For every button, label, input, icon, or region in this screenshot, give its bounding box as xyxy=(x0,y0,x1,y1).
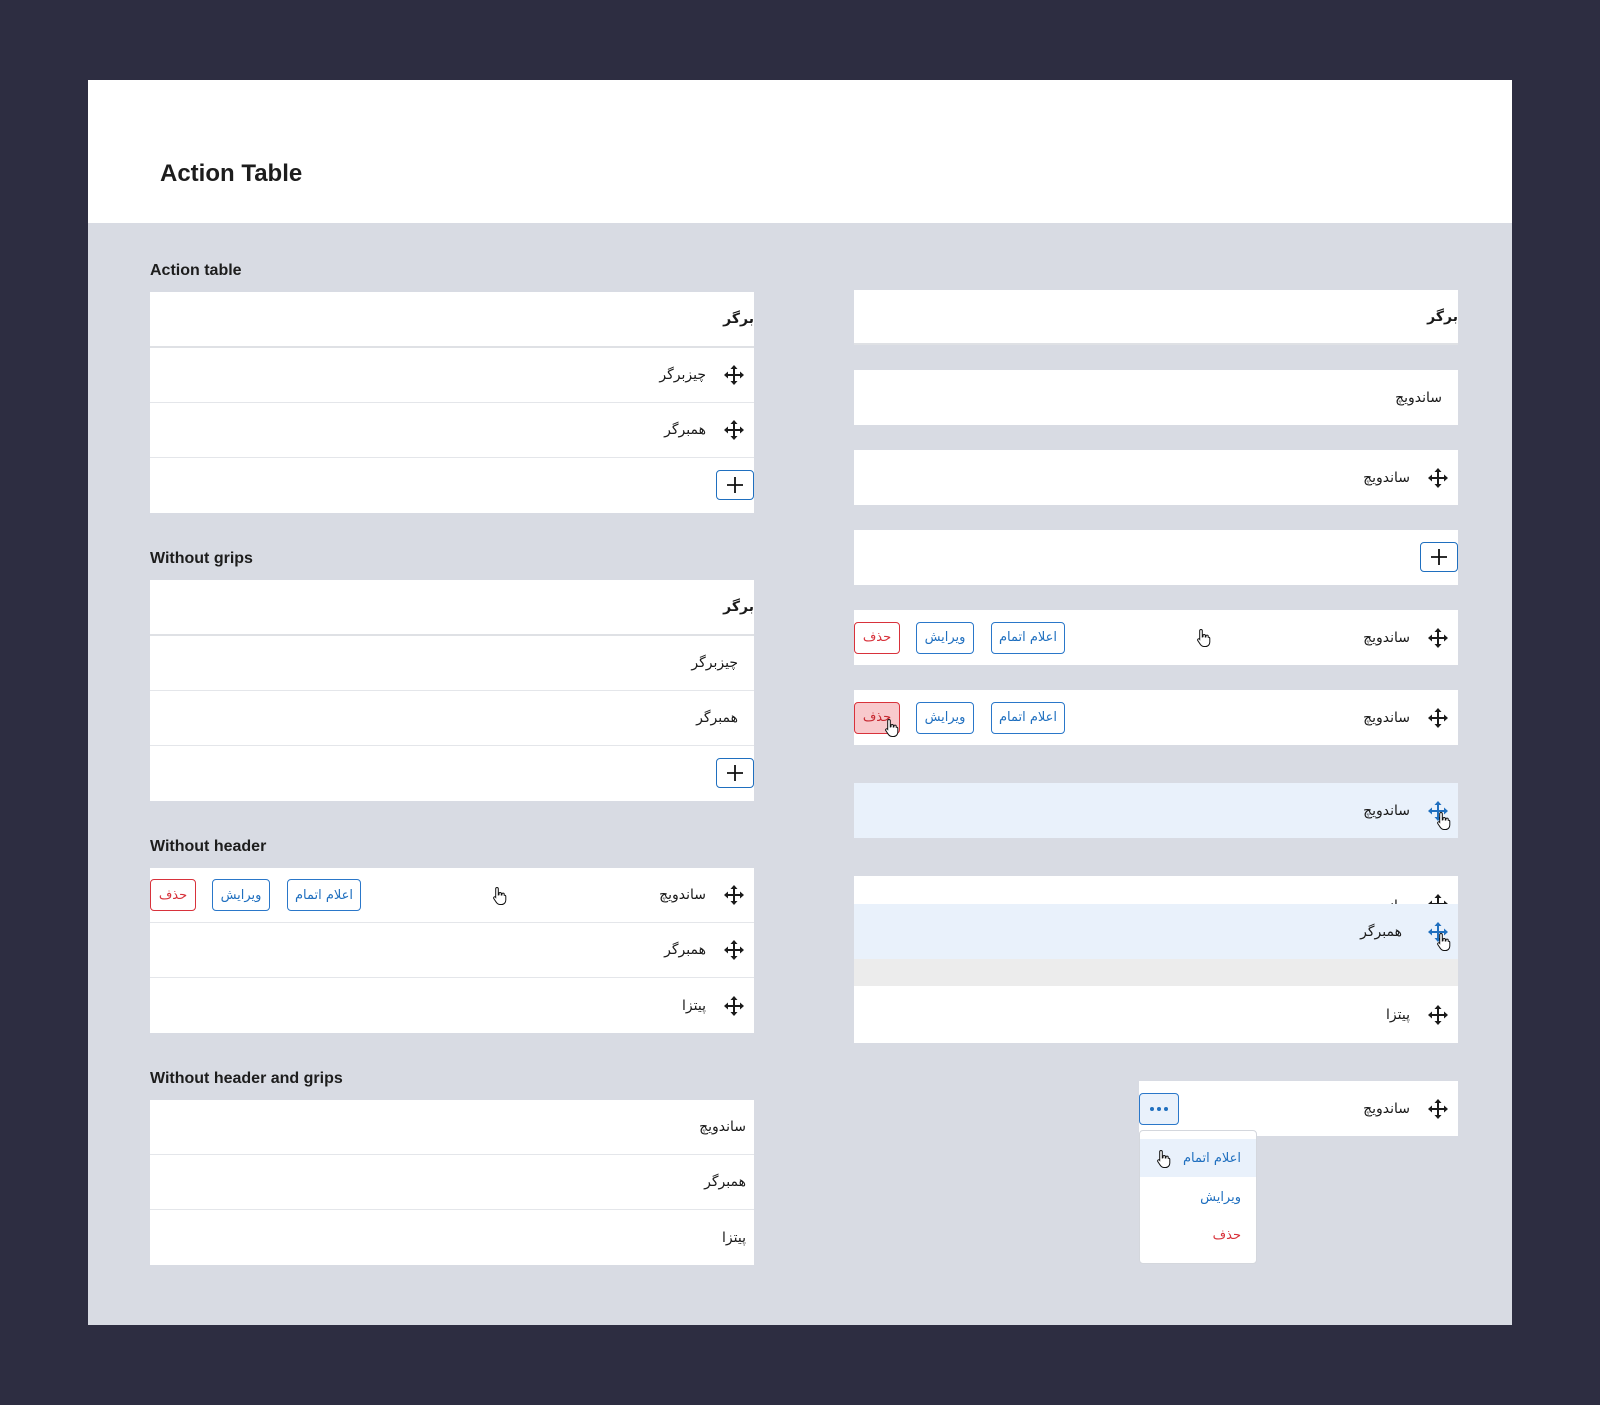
edit-button[interactable]: ویرایش xyxy=(916,621,974,654)
row-label: ساندویچ xyxy=(699,1119,746,1135)
more-button[interactable] xyxy=(1139,1092,1179,1125)
row-label: ساندویچ xyxy=(1395,389,1442,406)
table-row[interactable]: همبرگر xyxy=(150,923,754,978)
hand-pointer-icon xyxy=(1436,932,1452,952)
hand-pointer-icon xyxy=(1436,811,1452,831)
row-label: ساندویچ xyxy=(1363,709,1410,726)
state-add-row xyxy=(854,530,1458,585)
table-header: برگر xyxy=(150,292,754,348)
move-arrows-icon[interactable] xyxy=(1426,626,1450,650)
section-title-without-header: Without header xyxy=(150,838,267,855)
add-button[interactable] xyxy=(716,757,754,788)
add-row xyxy=(150,746,754,801)
section-title-without-header-and-grips: Without header and grips xyxy=(150,1070,343,1087)
table-without-header-and-grips: ساندویچ همبرگر پیتزا xyxy=(150,1100,754,1265)
state-grip-row[interactable]: ساندویچ xyxy=(854,450,1458,505)
table-row[interactable]: ساندویچ xyxy=(854,876,1458,904)
complete-button[interactable]: اعلام اتمام xyxy=(991,701,1065,734)
add-row xyxy=(150,458,754,513)
table-without-header: ساندویچ اعلام اتمام ویرایش حذف همبرگر پی… xyxy=(150,868,754,1033)
overflow-menu: اعلام اتمام ویرایش حذف xyxy=(1139,1130,1257,1264)
state-overflow-row[interactable]: ساندویچ xyxy=(1139,1081,1458,1136)
page-header: Action Table xyxy=(88,80,1512,223)
table-without-grips: برگر چیزبرگر همبرگر xyxy=(150,580,754,801)
table-row[interactable]: همبرگر xyxy=(150,1155,754,1210)
row-label: ساندویچ xyxy=(1363,892,1410,904)
move-arrows-icon[interactable] xyxy=(1426,1097,1450,1121)
row-label: همبرگر xyxy=(664,422,706,438)
table-row[interactable]: پیتزا xyxy=(150,1210,754,1265)
complete-button[interactable]: اعلام اتمام xyxy=(287,879,361,911)
delete-button[interactable]: حذف xyxy=(854,621,900,654)
row-label: پیتزا xyxy=(1386,1006,1410,1023)
section-title-action-table: Action table xyxy=(150,262,242,279)
row-label: همبرگر xyxy=(696,710,738,726)
state-plain-row[interactable]: ساندویچ xyxy=(854,370,1458,425)
move-arrows-icon[interactable] xyxy=(1426,706,1450,730)
table-header: برگر xyxy=(150,580,754,636)
move-arrows-icon[interactable] xyxy=(1426,466,1450,490)
table-row[interactable]: همبرگر xyxy=(150,403,754,458)
menu-item-delete[interactable]: حذف xyxy=(1140,1216,1256,1254)
move-arrows-icon[interactable] xyxy=(722,418,746,442)
move-arrows-icon[interactable] xyxy=(1426,892,1450,904)
complete-button[interactable]: اعلام اتمام xyxy=(991,621,1065,654)
row-label: ساندویچ xyxy=(1363,469,1410,486)
hand-pointer-icon xyxy=(492,886,508,906)
row-label: پیتزا xyxy=(722,1229,746,1246)
state-hover-row[interactable]: ساندویچ اعلام اتمام ویرایش حذف xyxy=(854,610,1458,665)
hand-pointer-icon xyxy=(884,718,900,738)
table-row[interactable]: همبرگر xyxy=(150,691,754,746)
table-row[interactable]: چیزبرگر xyxy=(150,348,754,403)
add-button[interactable] xyxy=(716,469,754,500)
edit-button[interactable]: ویرایش xyxy=(916,701,974,734)
row-label: ساندویچ xyxy=(1363,802,1410,819)
section-title-without-grips: Without grips xyxy=(150,550,253,567)
plus-icon xyxy=(726,764,744,782)
move-arrows-icon[interactable] xyxy=(722,363,746,387)
move-arrows-icon[interactable] xyxy=(722,994,746,1018)
plus-icon xyxy=(1430,548,1448,566)
hand-pointer-icon xyxy=(1156,1149,1172,1169)
move-arrows-icon[interactable] xyxy=(722,938,746,962)
delete-button[interactable]: حذف xyxy=(150,879,196,911)
row-label: چیزبرگر xyxy=(659,367,706,383)
row-label: همبرگر xyxy=(704,1174,746,1190)
add-button[interactable] xyxy=(1420,541,1458,572)
plus-icon xyxy=(726,476,744,494)
hand-pointer-icon xyxy=(1196,628,1212,648)
menu-item-edit[interactable]: ویرایش xyxy=(1140,1178,1256,1216)
row-label: پیتزا xyxy=(682,997,706,1014)
row-label: ساندویچ xyxy=(1363,1100,1410,1117)
move-arrows-icon[interactable] xyxy=(1426,1003,1450,1027)
row-label: همبرگر xyxy=(1360,923,1402,940)
drop-placeholder xyxy=(854,959,1458,986)
action-table: برگر چیزبرگر همبرگر xyxy=(150,292,754,513)
page-title: Action Table xyxy=(160,160,303,187)
showcase-frame: Action Table Action table برگر چیزبرگر ه… xyxy=(88,80,1512,1325)
row-label: ساندویچ xyxy=(659,887,706,903)
move-arrows-icon[interactable] xyxy=(722,883,746,907)
edit-button[interactable]: ویرایش xyxy=(212,879,270,911)
state-dragging-row[interactable]: ساندویچ xyxy=(854,783,1458,838)
header-label: برگر xyxy=(723,599,754,615)
table-row[interactable]: چیزبرگر xyxy=(150,636,754,691)
dragged-row[interactable]: همبرگر xyxy=(854,904,1458,959)
state-pressed-row[interactable]: ساندویچ اعلام اتمام ویرایش حذف xyxy=(854,690,1458,745)
table-row[interactable]: پیتزا xyxy=(150,978,754,1033)
drag-list: ساندویچ همبرگر پیتزا xyxy=(854,876,1458,1043)
table-row[interactable]: پیتزا xyxy=(854,986,1458,1043)
state-header-row: برگر xyxy=(854,290,1458,345)
row-label: ساندویچ xyxy=(1363,629,1410,646)
header-label: برگر xyxy=(1427,308,1458,325)
more-dots-icon xyxy=(1150,1106,1168,1111)
table-row[interactable]: ساندویچ xyxy=(150,1100,754,1155)
table-row[interactable]: ساندویچ اعلام اتمام ویرایش حذف xyxy=(150,868,754,923)
row-label: همبرگر xyxy=(664,942,706,958)
header-label: برگر xyxy=(723,311,754,327)
row-label: چیزبرگر xyxy=(691,655,738,671)
